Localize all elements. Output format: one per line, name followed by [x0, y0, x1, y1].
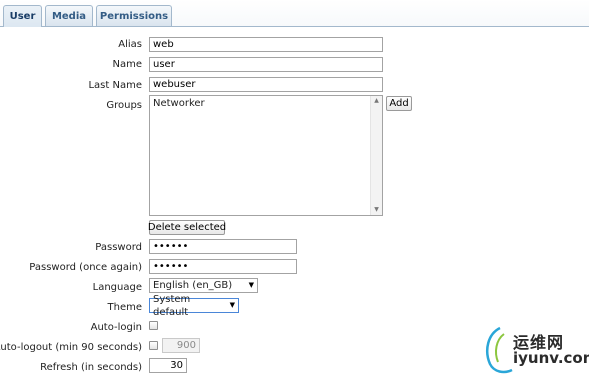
- password-input[interactable]: ••••••: [149, 239, 297, 254]
- watermark-logo-icon: [486, 326, 513, 374]
- language-selected-value: English (en_GB): [153, 280, 233, 291]
- name-label: Name: [112, 59, 142, 70]
- watermark-text-en: iyunv.com: [513, 349, 589, 367]
- alias-input[interactable]: web: [149, 37, 383, 52]
- alias-label: Alias: [118, 39, 142, 50]
- add-group-button[interactable]: Add: [386, 96, 412, 111]
- refresh-input[interactable]: 30: [149, 358, 187, 373]
- delete-selected-button[interactable]: Delete selected: [148, 220, 226, 235]
- name-input[interactable]: user: [149, 57, 383, 72]
- groups-scrollbar[interactable]: ▲ ▼: [370, 96, 382, 215]
- tab-media[interactable]: Media: [45, 5, 93, 26]
- last-name-label: Last Name: [88, 80, 142, 91]
- scroll-up-icon[interactable]: ▲: [371, 96, 382, 106]
- theme-selected-value: System default: [153, 293, 191, 318]
- chevron-down-icon: ▼: [229, 301, 235, 309]
- language-select[interactable]: English (en_GB) ▼: [149, 278, 258, 293]
- auto-logout-label: Auto-logout (min 90 seconds): [0, 342, 142, 353]
- auto-login-label: Auto-login: [90, 322, 142, 333]
- groups-label: Groups: [106, 100, 142, 111]
- watermark: 运维网 iyunv.com: [482, 324, 589, 374]
- password-again-input[interactable]: ••••••: [149, 259, 297, 274]
- auto-login-checkbox[interactable]: [149, 321, 158, 330]
- password-again-label: Password (once again): [29, 262, 142, 273]
- tab-user[interactable]: User: [3, 5, 42, 27]
- auto-logout-checkbox[interactable]: [149, 341, 158, 350]
- refresh-label: Refresh (in seconds): [40, 362, 142, 373]
- chevron-down-icon: ▼: [248, 281, 254, 289]
- scroll-down-icon[interactable]: ▼: [371, 205, 382, 215]
- last-name-input[interactable]: webuser: [149, 77, 383, 92]
- password-label: Password: [95, 242, 142, 253]
- tab-permissions[interactable]: Permissions: [96, 5, 172, 26]
- tab-bar: User Media Permissions: [0, 0, 589, 27]
- language-label: Language: [92, 282, 142, 293]
- groups-listbox[interactable]: Networker ▲ ▼: [149, 95, 383, 216]
- list-item[interactable]: Networker: [153, 98, 205, 109]
- auto-logout-input: 900: [162, 338, 200, 353]
- theme-select[interactable]: System default ▼: [149, 294, 239, 318]
- theme-label: Theme: [107, 302, 143, 313]
